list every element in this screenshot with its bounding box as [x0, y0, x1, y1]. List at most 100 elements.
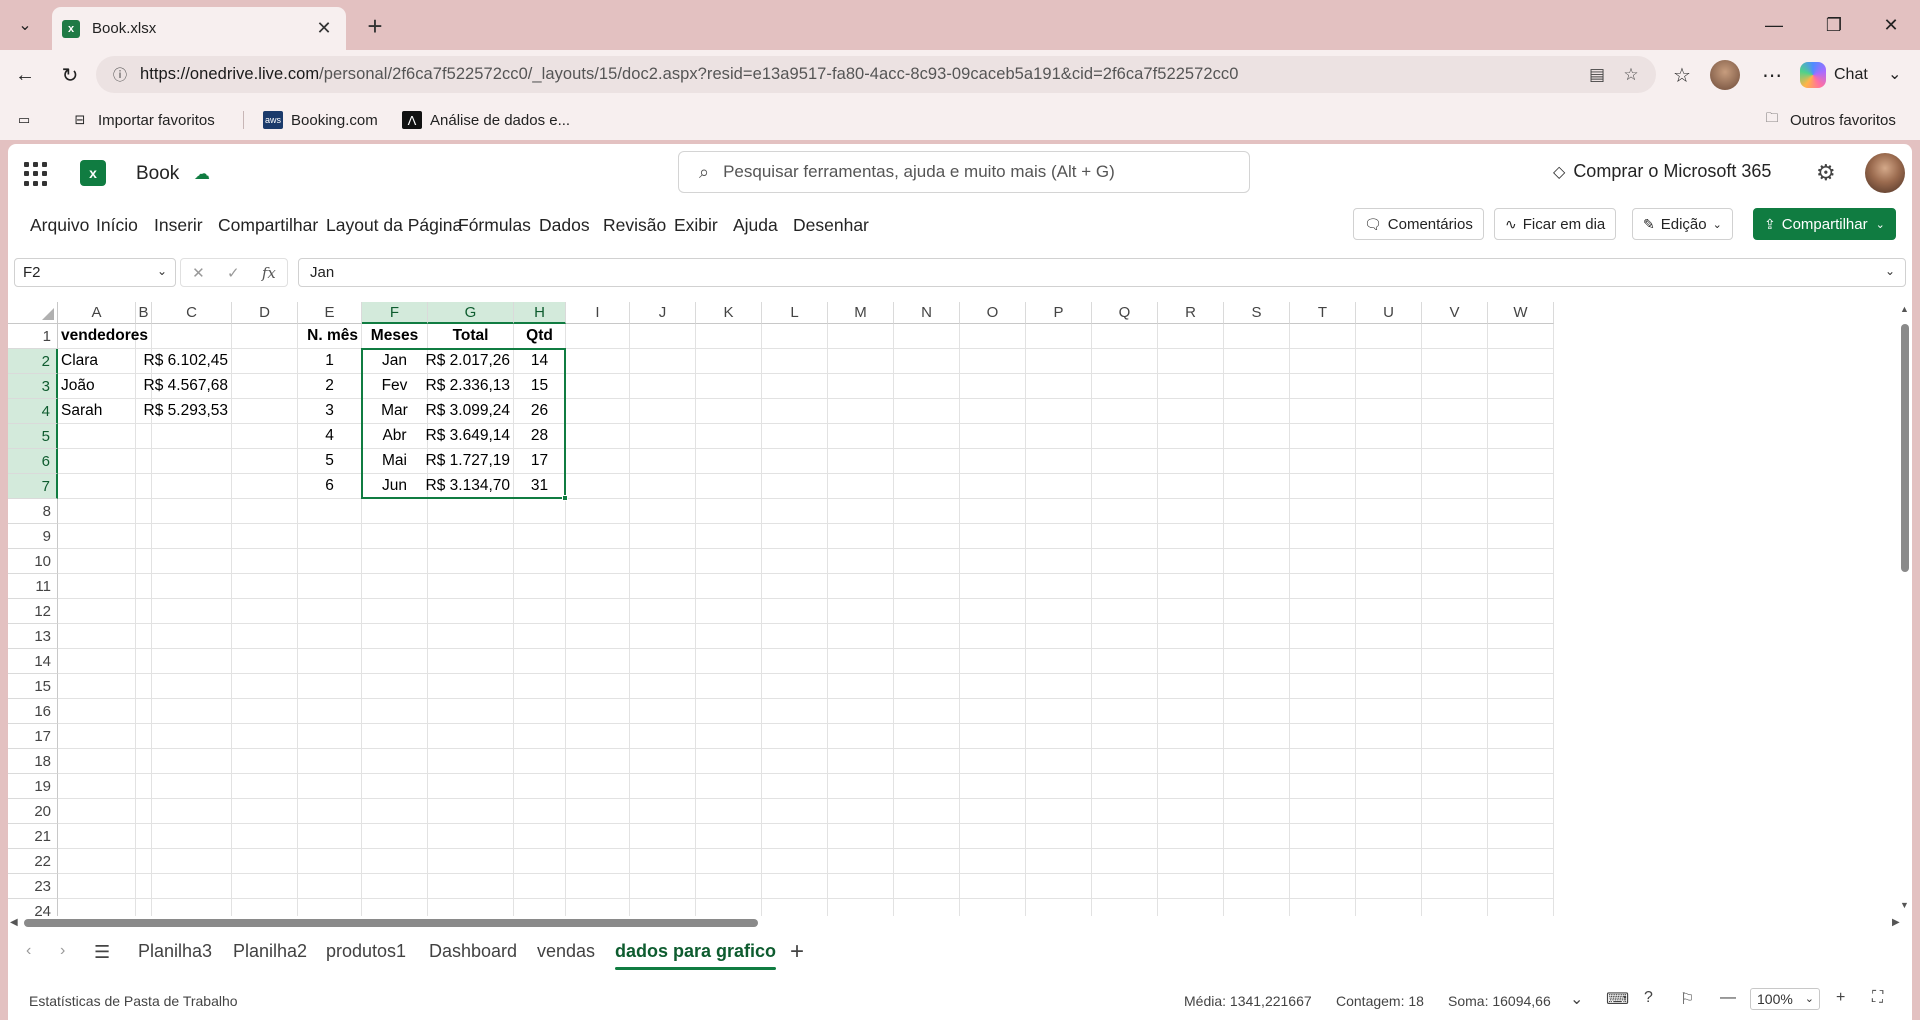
cell-h11[interactable]	[514, 574, 566, 599]
cell-p12[interactable]	[1026, 599, 1092, 624]
cell-q23[interactable]	[1092, 874, 1158, 899]
cell-k1[interactable]	[696, 324, 762, 349]
cell-c8[interactable]	[152, 499, 232, 524]
column-header-i[interactable]: I	[566, 302, 630, 324]
cell-s10[interactable]	[1224, 549, 1290, 574]
row-header-2[interactable]: 2	[8, 349, 58, 374]
cell-t14[interactable]	[1290, 649, 1356, 674]
cell-o1[interactable]	[960, 324, 1026, 349]
sheet-tab[interactable]: Planilha3	[138, 941, 212, 962]
cell-t15[interactable]	[1290, 674, 1356, 699]
cell-c21[interactable]	[152, 824, 232, 849]
cell-n13[interactable]	[894, 624, 960, 649]
row-header-14[interactable]: 14	[8, 649, 58, 674]
cell-h18[interactable]	[514, 749, 566, 774]
cell-f18[interactable]	[362, 749, 428, 774]
cell-m11[interactable]	[828, 574, 894, 599]
cell-s14[interactable]	[1224, 649, 1290, 674]
cell-m8[interactable]	[828, 499, 894, 524]
cell-l6[interactable]	[762, 449, 828, 474]
cell-b24[interactable]	[136, 899, 152, 916]
cell-k2[interactable]	[696, 349, 762, 374]
cell-q15[interactable]	[1092, 674, 1158, 699]
cell-m2[interactable]	[828, 349, 894, 374]
cell-m7[interactable]	[828, 474, 894, 499]
cell-v8[interactable]	[1422, 499, 1488, 524]
column-header-h[interactable]: H	[514, 302, 566, 324]
cell-h14[interactable]	[514, 649, 566, 674]
cell-n11[interactable]	[894, 574, 960, 599]
cell-c1[interactable]	[152, 324, 232, 349]
cell-t1[interactable]	[1290, 324, 1356, 349]
cell-m23[interactable]	[828, 874, 894, 899]
help-icon[interactable]: ?	[1644, 989, 1653, 1007]
cell-f17[interactable]	[362, 724, 428, 749]
row-header-16[interactable]: 16	[8, 699, 58, 724]
cell-c14[interactable]	[152, 649, 232, 674]
cell-f21[interactable]	[362, 824, 428, 849]
cell-a7[interactable]	[58, 474, 136, 499]
cell-m21[interactable]	[828, 824, 894, 849]
cell-r19[interactable]	[1158, 774, 1224, 799]
cell-h6[interactable]: 17	[514, 449, 566, 474]
cell-n1[interactable]	[894, 324, 960, 349]
sheet-tab[interactable]: produtos1	[326, 941, 406, 962]
cell-k14[interactable]	[696, 649, 762, 674]
cell-q10[interactable]	[1092, 549, 1158, 574]
bookmark-booking[interactable]: aws Booking.com	[263, 108, 378, 132]
column-header-f[interactable]: F	[362, 302, 428, 324]
cell-o16[interactable]	[960, 699, 1026, 724]
expand-formula-icon[interactable]: ⌄	[1885, 264, 1895, 278]
cell-w20[interactable]	[1488, 799, 1554, 824]
cell-n9[interactable]	[894, 524, 960, 549]
cell-q12[interactable]	[1092, 599, 1158, 624]
cell-d7[interactable]	[232, 474, 298, 499]
cell-m1[interactable]	[828, 324, 894, 349]
cell-k20[interactable]	[696, 799, 762, 824]
cell-b22[interactable]	[136, 849, 152, 874]
cell-c22[interactable]	[152, 849, 232, 874]
cell-k15[interactable]	[696, 674, 762, 699]
cell-c18[interactable]	[152, 749, 232, 774]
cell-k5[interactable]	[696, 424, 762, 449]
cell-r12[interactable]	[1158, 599, 1224, 624]
reader-view-icon[interactable]: ▤	[1584, 62, 1610, 88]
cell-n10[interactable]	[894, 549, 960, 574]
cell-v17[interactable]	[1422, 724, 1488, 749]
cell-a20[interactable]	[58, 799, 136, 824]
row-header-1[interactable]: 1	[8, 324, 58, 349]
cell-k18[interactable]	[696, 749, 762, 774]
cell-f13[interactable]	[362, 624, 428, 649]
cell-j11[interactable]	[630, 574, 696, 599]
fill-handle[interactable]	[562, 495, 568, 501]
cell-w7[interactable]	[1488, 474, 1554, 499]
cell-n4[interactable]	[894, 399, 960, 424]
cell-v16[interactable]	[1422, 699, 1488, 724]
cell-g1[interactable]: Total	[428, 324, 514, 349]
row-header-4[interactable]: 4	[8, 399, 58, 424]
cell-g16[interactable]	[428, 699, 514, 724]
cell-i5[interactable]	[566, 424, 630, 449]
column-header-v[interactable]: V	[1422, 302, 1488, 324]
cell-q2[interactable]	[1092, 349, 1158, 374]
cell-q24[interactable]	[1092, 899, 1158, 916]
cell-o9[interactable]	[960, 524, 1026, 549]
cell-s11[interactable]	[1224, 574, 1290, 599]
cell-r21[interactable]	[1158, 824, 1224, 849]
cell-a11[interactable]	[58, 574, 136, 599]
cell-t22[interactable]	[1290, 849, 1356, 874]
column-header-n[interactable]: N	[894, 302, 960, 324]
row-header-12[interactable]: 12	[8, 599, 58, 624]
cell-w18[interactable]	[1488, 749, 1554, 774]
cell-v15[interactable]	[1422, 674, 1488, 699]
cell-t3[interactable]	[1290, 374, 1356, 399]
cell-j7[interactable]	[630, 474, 696, 499]
cell-j16[interactable]	[630, 699, 696, 724]
column-header-w[interactable]: W	[1488, 302, 1554, 324]
cell-r23[interactable]	[1158, 874, 1224, 899]
cell-g18[interactable]	[428, 749, 514, 774]
cell-g2[interactable]: R$ 2.017,26	[426, 349, 514, 374]
cell-j24[interactable]	[630, 899, 696, 916]
cell-f12[interactable]	[362, 599, 428, 624]
cell-e15[interactable]	[298, 674, 362, 699]
